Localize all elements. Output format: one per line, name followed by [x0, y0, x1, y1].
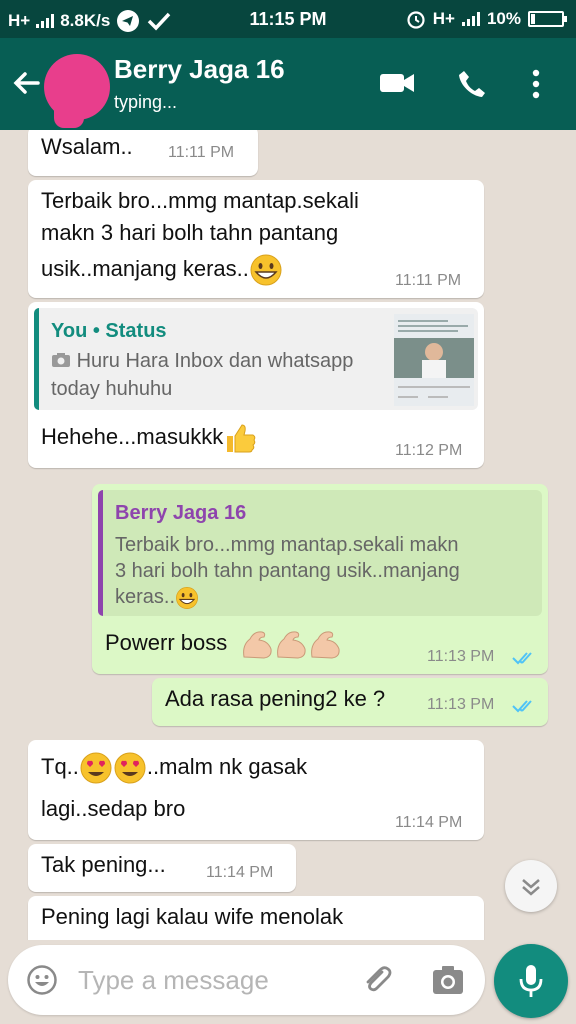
chevron-down-icon	[522, 879, 540, 896]
message-time: 11:11 PM	[168, 144, 235, 161]
flexed-biceps-icon	[276, 631, 306, 659]
quoted-message[interactable]: Berry Jaga 16 Terbaik bro...mmg mantap.s…	[98, 490, 542, 616]
message-bubble-outgoing[interactable]: Berry Jaga 16 Terbaik bro...mmg mantap.s…	[92, 484, 548, 674]
message-text-line: Powerr boss	[105, 626, 342, 661]
contact-status: typing...	[114, 92, 178, 112]
attach-icon[interactable]	[360, 963, 394, 997]
camera-icon[interactable]	[430, 963, 466, 997]
quote-bar	[98, 490, 103, 616]
double-check-icon	[512, 700, 532, 713]
message-text-line: Terbaik bro...mmg mantap.sekali	[41, 188, 359, 213]
message-text: Ada rasa pening2 ke ?	[165, 686, 386, 711]
message-text-line: Tq.. ..malm nk gasak	[41, 750, 307, 785]
battery-percent: 10%	[486, 9, 521, 28]
battery-icon	[528, 11, 567, 27]
flexed-biceps-icon	[242, 631, 272, 659]
quoted-status[interactable]: You • Status Huru Hara Inbox dan whatsap…	[34, 308, 478, 410]
back-arrow-icon[interactable]	[10, 66, 44, 100]
grinning-emoji-icon	[250, 254, 282, 286]
voice-message-button[interactable]	[494, 944, 568, 1018]
quote-text: Terbaik bro...mmg mantap.sekali makn	[115, 534, 459, 556]
mic-icon	[519, 965, 543, 997]
message-bubble-incoming[interactable]: Terbaik bro...mmg mantap.sekali makn 3 h…	[28, 180, 484, 298]
status-right: H+ 10%	[406, 9, 567, 29]
avatar[interactable]	[44, 54, 110, 128]
chat-header: Berry Jaga 16 typing...	[0, 38, 576, 130]
thumbs-up-emoji-icon	[227, 424, 256, 453]
quote-bar	[34, 308, 39, 410]
message-text-line: makn 3 hari bolh tahn pantang	[41, 220, 339, 245]
more-vert-icon[interactable]	[530, 68, 542, 100]
quote-author: You • Status	[51, 320, 167, 342]
message-text: Tak pening...	[41, 852, 166, 877]
status-thumbnail	[394, 314, 474, 406]
message-composer	[8, 945, 485, 1015]
message-time: 11:13 PM	[427, 696, 495, 713]
camera-icon	[52, 353, 70, 367]
heart-eyes-emoji-icon	[114, 752, 146, 784]
quote-text-2: today huhuhu	[51, 378, 173, 400]
quote-author: Berry Jaga 16	[115, 502, 247, 524]
heart-eyes-emoji-icon	[80, 752, 112, 784]
status-bar: H+ 8.8K/s 11:15 PM H+ 10%	[0, 0, 576, 38]
emoji-icon[interactable]	[26, 964, 58, 996]
message-text-line: usik..manjang keras..	[41, 252, 283, 287]
quote-text-3: keras..	[115, 584, 199, 610]
video-call-icon[interactable]	[378, 68, 416, 98]
message-time: 11:14 PM	[206, 864, 274, 881]
grinning-emoji-icon	[176, 586, 198, 609]
message-bubble-incoming[interactable]: Tak pening... 11:14 PM	[28, 844, 296, 892]
message-text-line: lagi..sedap bro	[41, 796, 186, 821]
scroll-to-bottom-button[interactable]	[505, 860, 557, 912]
message-text: Pening lagi kalau wife menolak	[41, 904, 344, 929]
flexed-biceps-icon	[310, 631, 340, 659]
message-bubble-incoming[interactable]: Pening lagi kalau wife menolak	[28, 896, 484, 940]
message-bubble-incoming[interactable]: Wsalam.. 11:11 PM	[28, 130, 258, 176]
message-time: 11:12 PM	[395, 442, 463, 459]
double-check-icon	[512, 652, 532, 665]
message-bubble-incoming[interactable]: You • Status Huru Hara Inbox dan whatsap…	[28, 302, 484, 468]
contact-name[interactable]: Berry Jaga 16	[114, 54, 285, 85]
phone-icon[interactable]	[456, 68, 488, 100]
message-list[interactable]: Wsalam.. 11:11 PM Terbaik bro...mmg mant…	[0, 130, 576, 940]
message-text-line: Hehehe...masukkk	[41, 420, 257, 455]
network-type-2: H+	[432, 9, 455, 28]
quote-text-2: 3 hari bolh tahn pantang usik..manjang	[115, 560, 460, 582]
message-time: 11:11 PM	[395, 272, 462, 289]
quote-text: Huru Hara Inbox dan whatsapp	[51, 348, 353, 374]
message-text: Wsalam..	[41, 134, 133, 159]
message-time: 11:14 PM	[395, 814, 463, 831]
alarm-icon	[407, 11, 425, 29]
signal-icon-2	[461, 12, 480, 26]
message-input[interactable]	[78, 963, 338, 997]
message-time: 11:13 PM	[427, 648, 495, 665]
message-bubble-outgoing[interactable]: Ada rasa pening2 ke ? 11:13 PM	[152, 678, 548, 726]
message-bubble-incoming[interactable]: Tq.. ..malm nk gasak lagi..sedap bro 11:1…	[28, 740, 484, 840]
